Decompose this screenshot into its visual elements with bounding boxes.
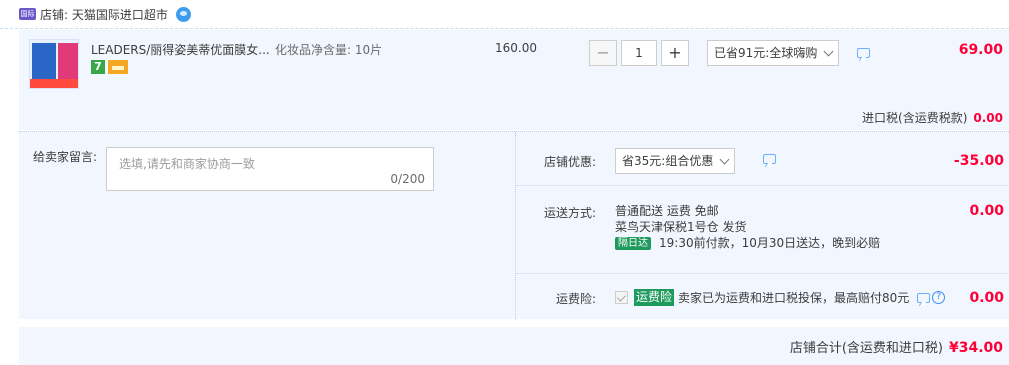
next-day-badge: 隔日达 <box>615 236 651 250</box>
import-tax-amount: 0.00 <box>973 111 1003 125</box>
item-total-price: 69.00 <box>958 42 1003 58</box>
shipping-method: 普通配送 运费 免邮 <box>615 204 719 218</box>
delivery-promise-text: 19:30前付款，10月30日送达，晚到必赔 <box>659 236 881 250</box>
shipping-insurance-row: 运费险: 运费险 卖家已为运费和进口税投保，最高赔付80元 ? 0.00 <box>516 274 1009 320</box>
order-summary-panel: 店铺优惠: 省35元:组合优惠 -35.00 运送方式: 普通配送 运费 免邮 … <box>515 132 1009 320</box>
chevron-down-icon <box>823 46 834 56</box>
chevron-down-icon <box>719 154 730 164</box>
order-options: 给卖家留言: 选填,请先和商家协商一致 0/200 店铺优惠: 省35元:组合优… <box>19 131 1009 320</box>
unit-price: 160.00 <box>495 41 537 55</box>
order-item: LEADERS/丽得姿美蒂优面膜女... 化妆品净含量: 10片 7 160.0… <box>19 30 1009 130</box>
seller-message-counter: 0/200 <box>390 172 425 186</box>
tmall-global-icon: 国际 <box>19 8 36 20</box>
seven-day-return-icon: 7 <box>91 60 105 74</box>
shipping-insurance-label: 运费险: <box>555 292 596 306</box>
product-spec: 化妆品净含量: 10片 <box>275 43 383 57</box>
comment-icon[interactable] <box>917 292 931 303</box>
quantity-input[interactable]: 1 <box>621 40 657 66</box>
wangwang-chat-icon[interactable] <box>175 6 191 22</box>
shipping-label: 运送方式: <box>543 206 596 220</box>
shop-discount-value: 省35元:组合优惠 <box>622 154 714 168</box>
shipping-insurance-info: 运费险 卖家已为运费和进口税投保，最高赔付80元 ? <box>615 289 946 306</box>
shop-header: 国际 店铺: 天猫国际进口超市 <box>0 0 1009 29</box>
delivery-promise: 隔日达 19:30前付款，10月30日送达，晚到必赔 <box>615 235 880 251</box>
item-promotion-select[interactable]: 已省91元:全球嗨购 <box>707 40 840 66</box>
shop-discount-amount: -35.00 <box>953 153 1004 169</box>
shop-name[interactable]: 店铺: 天猫国际进口超市 <box>40 6 168 23</box>
shipping-insurance-checkbox[interactable] <box>615 291 628 304</box>
shop-discount-row: 店铺优惠: 省35元:组合优惠 -35.00 <box>516 132 1009 186</box>
shop-total: 店铺合计(含运费和进口税) ¥34.00 <box>790 337 1003 356</box>
shipping-insurance-tag: 运费险 <box>634 289 675 306</box>
shop-total-row: 店铺合计(含运费和进口税) ¥34.00 <box>19 327 1009 365</box>
quantity-stepper: − 1 + <box>589 40 689 66</box>
seller-message-label: 给卖家留言: <box>33 150 98 164</box>
import-tax-row: 进口税(含运费税款) 0.00 <box>862 109 1003 126</box>
product-thumbnail[interactable] <box>29 39 79 89</box>
seller-message-input[interactable]: 选填,请先和商家协商一致 0/200 <box>106 147 434 191</box>
service-icons: 7 <box>91 60 128 74</box>
credit-card-icon <box>108 60 128 74</box>
shipping-details: 普通配送 运费 免邮 菜鸟天津保税1号仓 发货 隔日达 19:30前付款，10月… <box>615 203 880 251</box>
comment-icon[interactable] <box>763 154 776 164</box>
seller-message-placeholder: 选填,请先和商家协商一致 <box>119 157 255 171</box>
shipping-amount: 0.00 <box>969 203 1004 219</box>
product-title[interactable]: LEADERS/丽得姿美蒂优面膜女... <box>91 41 270 58</box>
shipping-insurance-text: 卖家已为运费和进口税投保，最高赔付80元 <box>678 291 910 305</box>
shop-total-amount: ¥34.00 <box>948 340 1003 356</box>
shop-total-label: 店铺合计(含运费和进口税) <box>789 341 943 356</box>
quantity-decrease-button[interactable]: − <box>589 40 617 66</box>
shipping-row: 运送方式: 普通配送 运费 免邮 菜鸟天津保税1号仓 发货 隔日达 19:30前… <box>516 186 1009 274</box>
item-promotion-value: 已省91元:全球嗨购 <box>714 46 818 60</box>
shop-discount-select[interactable]: 省35元:组合优惠 <box>615 148 736 174</box>
comment-icon[interactable] <box>857 48 870 58</box>
shipping-warehouse: 菜鸟天津保税1号仓 发货 <box>615 220 747 234</box>
help-icon[interactable]: ? <box>932 291 946 304</box>
import-tax-label: 进口税(含运费税款) <box>862 111 968 125</box>
shop-discount-label: 店铺优惠: <box>543 155 596 169</box>
shipping-insurance-amount: 0.00 <box>969 290 1004 306</box>
quantity-increase-button[interactable]: + <box>661 40 689 66</box>
